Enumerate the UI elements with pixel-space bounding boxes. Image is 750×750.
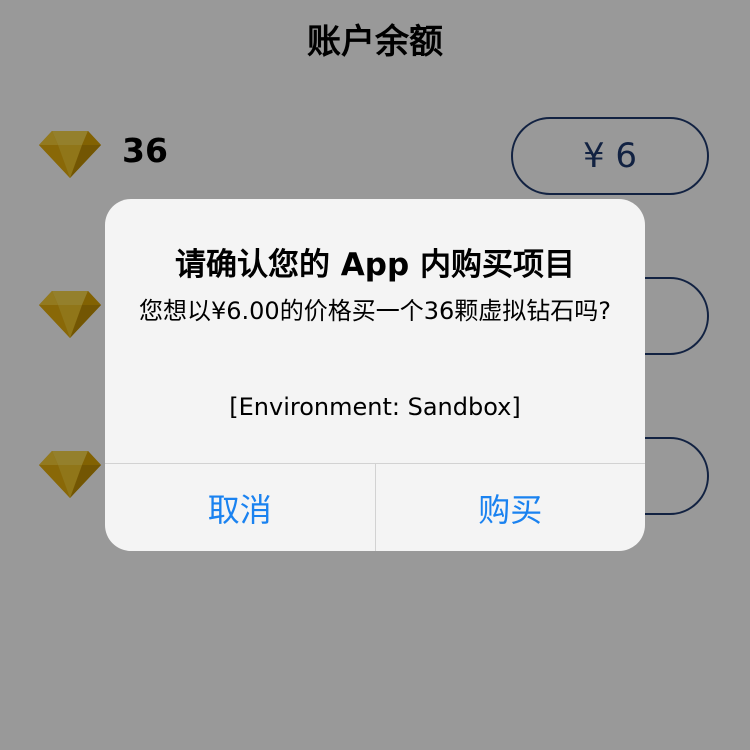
dialog-actions: 取消 购买 (105, 463, 645, 551)
dialog-title: 请确认您的 App 内购买项目 (175, 247, 575, 283)
environment-label: [Environment: Sandbox] (229, 393, 521, 421)
purchase-confirm-dialog: 请确认您的 App 内购买项目 您想以¥6.00的价格买一个36颗虚拟钻石吗? … (105, 199, 645, 551)
cancel-button[interactable]: 取消 (105, 464, 375, 551)
dialog-message: 您想以¥6.00的价格买一个36颗虚拟钻石吗? (139, 297, 611, 325)
buy-button[interactable]: 购买 (374, 464, 646, 551)
